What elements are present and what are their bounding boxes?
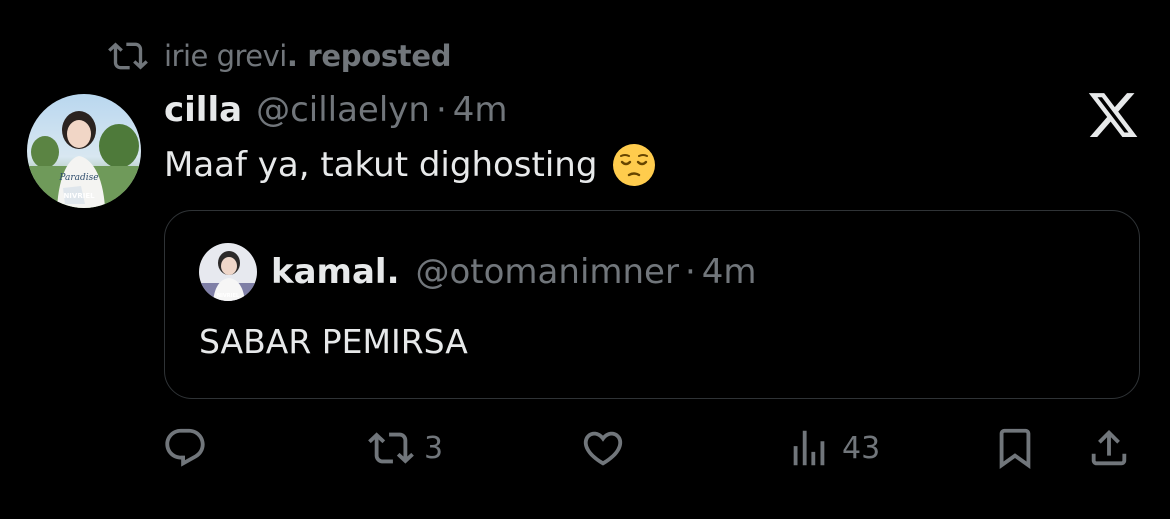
svg-text:NIVRIEL: NIVRIEL <box>63 192 95 200</box>
quoted-author-handle[interactable]: @otomanimner <box>416 252 679 292</box>
quoted-post-card[interactable] <box>164 210 1140 399</box>
repost-count: 3 <box>424 430 444 466</box>
share-icon <box>1091 429 1127 466</box>
views-icon <box>793 430 825 466</box>
quoted-post-text: SABAR PEMIRSA <box>199 322 468 361</box>
bookmark-icon <box>999 428 1031 469</box>
share-button[interactable] <box>1086 424 1132 472</box>
author-name[interactable]: cilla <box>164 90 242 130</box>
views-button[interactable]: 43 <box>786 424 880 472</box>
reply-button[interactable] <box>162 424 208 472</box>
post-text-content: Maaf ya, takut dighosting <box>164 145 598 185</box>
x-logo-icon <box>1088 93 1138 137</box>
reply-icon <box>165 428 205 467</box>
author-avatar[interactable]: Paradise NIVRIEL <box>27 94 141 208</box>
reposter-name[interactable]: irie grevi <box>164 39 287 73</box>
bookmark-button[interactable] <box>992 424 1038 472</box>
svg-text:Paradise: Paradise <box>58 173 98 183</box>
repost-icon <box>368 432 414 464</box>
post-header: cilla @cillaelyn · 4m <box>164 90 508 134</box>
separator: · <box>435 90 447 130</box>
repost-context[interactable]: irie grevi. reposted <box>108 36 451 76</box>
repost-button[interactable]: 3 <box>368 424 443 472</box>
views-count: 43 <box>842 430 881 466</box>
repost-icon <box>108 42 148 70</box>
repost-label: . reposted <box>286 39 452 73</box>
quoted-author-name[interactable]: kamal. <box>271 252 400 292</box>
post-time[interactable]: 4m <box>453 90 508 130</box>
quoted-author-avatar[interactable]: NIVRIEL <box>199 243 257 301</box>
svg-text:NIVRIEL: NIVRIEL <box>217 293 240 299</box>
like-icon <box>583 431 623 466</box>
post-text: Maaf ya, takut dighosting <box>164 142 657 188</box>
author-handle[interactable]: @cillaelyn <box>256 90 430 130</box>
like-button[interactable] <box>580 424 626 472</box>
quoted-post-header: kamal. @otomanimner · 4m <box>271 252 757 292</box>
pensive-face-icon <box>613 144 656 186</box>
quoted-post-time[interactable]: 4m <box>702 252 757 292</box>
quoted-separator: · <box>684 252 696 292</box>
